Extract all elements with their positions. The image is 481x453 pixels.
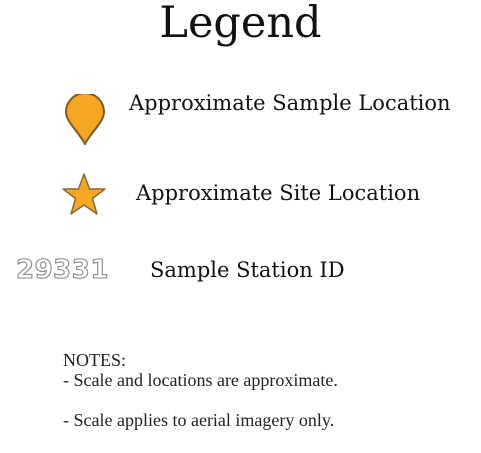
legend-title: Legend <box>159 0 322 48</box>
note-line: - Scale applies to aerial imagery only. <box>63 410 335 430</box>
notes-section: NOTES: - Scale and locations are approxi… <box>63 350 338 430</box>
sample-location-label: Approximate Sample Location <box>129 91 451 115</box>
note-line: - Scale and locations are approximate. <box>63 370 338 390</box>
star-icon <box>62 173 106 215</box>
station-id-label: Sample Station ID <box>150 258 345 282</box>
svg-text:29331: 29331 <box>16 255 109 284</box>
station-id-example: 29331 <box>15 254 109 284</box>
notes-heading: NOTES: <box>63 350 126 370</box>
map-pin-icon <box>65 94 105 145</box>
site-location-label: Approximate Site Location <box>136 181 421 205</box>
note-spacer <box>63 390 338 410</box>
